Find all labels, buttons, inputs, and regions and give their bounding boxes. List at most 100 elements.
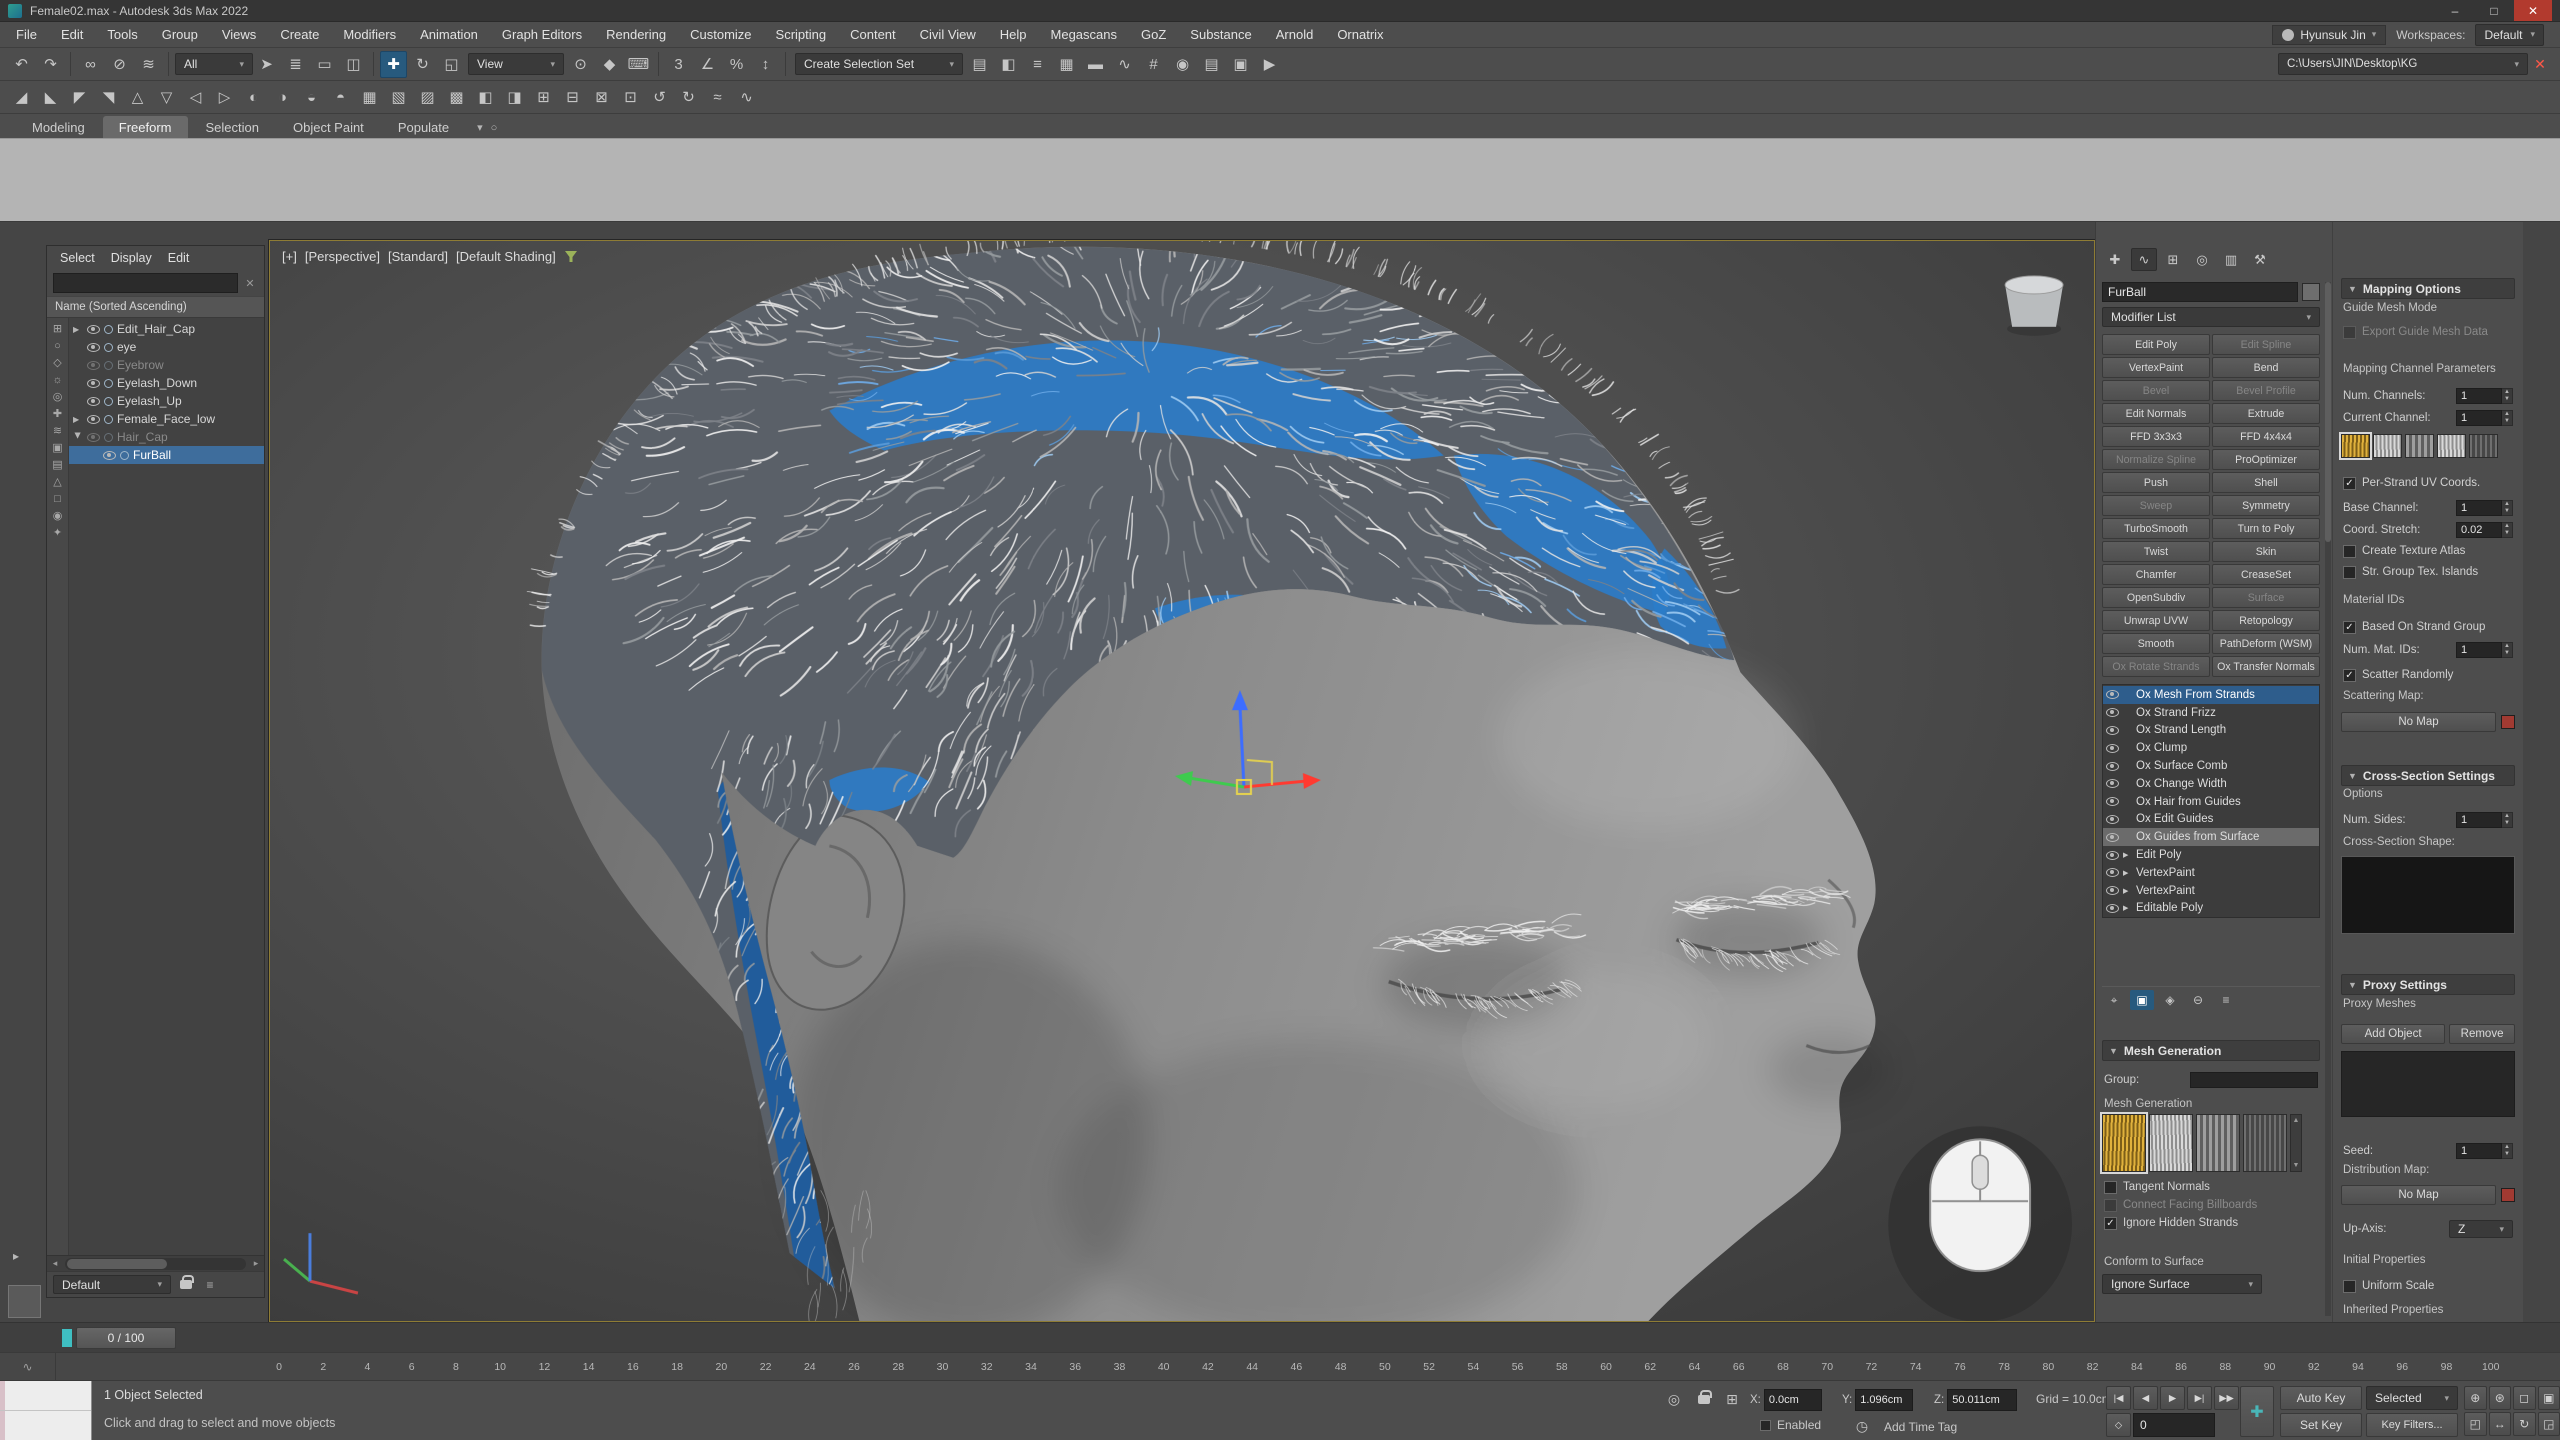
modifier-button[interactable]: Edit Normals [2102, 403, 2210, 424]
soft-selection-icon[interactable]: ▽ [153, 84, 180, 111]
close-button[interactable]: ✕ [2514, 0, 2552, 21]
menu-item[interactable]: Tools [95, 22, 149, 47]
proxy-mesh-list[interactable] [2341, 1051, 2515, 1117]
menu-item[interactable]: Create [268, 22, 331, 47]
selection-lock-icon[interactable] [1692, 1387, 1716, 1411]
menu-item[interactable]: Animation [408, 22, 490, 47]
select-and-rotate-icon[interactable]: ↻ [409, 51, 436, 78]
make-unique-icon[interactable]: ◈ [2158, 990, 2182, 1010]
explorer-row[interactable]: ▶ eye [69, 338, 264, 356]
containers-filter-icon[interactable]: □ [49, 490, 67, 507]
toggle-ribbon-icon[interactable]: ▬ [1082, 51, 1109, 78]
minimize-button[interactable]: – [2436, 0, 2474, 21]
explorer-row[interactable]: ▶ Eyebrow [69, 356, 264, 374]
clear-search-icon[interactable]: ✕ [242, 277, 258, 290]
swiftloop-tool-icon[interactable]: ⊠ [588, 84, 615, 111]
scroll-right-icon[interactable]: ▸ [248, 1258, 264, 1269]
explorer-menu-icon[interactable]: ≡ [201, 1276, 219, 1294]
cameras-filter-icon[interactable]: ◎ [49, 388, 67, 405]
user-account-button[interactable]: Hyunsuk Jin ▾ [2272, 25, 2386, 45]
modifier-button[interactable]: Skin [2212, 541, 2320, 562]
pan-icon[interactable]: ↔ [2489, 1412, 2512, 1436]
num-sides-spinner[interactable]: 1▲▼ [2456, 812, 2513, 828]
modifier-visibility-icon[interactable] [2106, 868, 2119, 877]
paint-selection-icon[interactable]: ◁ [182, 84, 209, 111]
modifier-visibility-icon[interactable] [2106, 708, 2119, 717]
weld-tool-icon[interactable]: ▩ [443, 84, 470, 111]
quickslice-tool-icon[interactable]: ⊟ [559, 84, 586, 111]
render-setup-icon[interactable]: ▤ [1198, 51, 1225, 78]
crossing-selection-icon[interactable]: ◫ [340, 51, 367, 78]
modifier-button[interactable]: FFD 4x4x4 [2212, 426, 2320, 447]
snaps-toggle-icon[interactable]: 3 [665, 51, 692, 78]
menu-item[interactable]: Substance [1178, 22, 1263, 47]
render-production-icon[interactable]: ▶ [1256, 51, 1283, 78]
panel-expand-arrow[interactable]: ▸ [6, 1245, 26, 1267]
strand-preset-thumbnail[interactable] [2243, 1114, 2287, 1172]
modifier-button[interactable]: Edit Poly [2102, 334, 2210, 355]
modifier-stack-row[interactable]: ▶ Ox Hair from Guides [2103, 793, 2319, 811]
enabled-toggle[interactable] [1760, 1420, 1771, 1431]
x-coordinate-field[interactable]: 0.0cm [1764, 1389, 1822, 1411]
expander-icon[interactable]: ▶ [2123, 887, 2132, 895]
set-keys-button[interactable]: ✚ [2240, 1386, 2274, 1437]
menu-item[interactable]: File [4, 22, 49, 47]
modifier-stack-row[interactable]: ▶ Ox Edit Guides [2103, 811, 2319, 829]
strand-preset-thumbnail[interactable] [2102, 1114, 2146, 1172]
zoom-extents-all-icon[interactable]: ▣ [2538, 1386, 2560, 1410]
checkbox[interactable] [2104, 1199, 2117, 1212]
edge-mode-icon[interactable]: ◣ [37, 84, 64, 111]
rollout-mapping-options[interactable]: ▼Mapping Options [2341, 278, 2515, 299]
modifier-button[interactable]: Sweep [2102, 495, 2210, 516]
explorer-row[interactable]: ▶ Edit_Hair_Cap [69, 320, 264, 338]
align-icon[interactable]: ≡ [1024, 51, 1051, 78]
channel-texture-tile[interactable] [2469, 434, 2498, 458]
channel-texture-tile[interactable] [2437, 434, 2466, 458]
modifier-visibility-icon[interactable] [2106, 779, 2119, 788]
hidden-filter-icon[interactable]: ✦ [49, 524, 67, 541]
reference-coordinate-dropdown[interactable]: View▾ [468, 53, 564, 75]
modifier-button[interactable]: Push [2102, 472, 2210, 493]
based-on-strand-group-checkbox[interactable]: Based On Strand Group [2341, 618, 2515, 636]
project-path-field[interactable]: C:\Users\JIN\Desktop\KG▾ [2278, 53, 2528, 75]
percent-snap-icon[interactable]: % [723, 51, 750, 78]
modifier-visibility-icon[interactable] [2106, 797, 2119, 806]
modifier-button[interactable]: Shell [2212, 472, 2320, 493]
cut-tool-icon[interactable]: ◨ [501, 84, 528, 111]
workspace-dropdown[interactable]: Default ▾ [2475, 24, 2544, 46]
loop-selection-icon[interactable]: ◑ [269, 84, 296, 111]
mesh-gen-checkbox[interactable]: Ignore Hidden Strands [2102, 1214, 2320, 1232]
grow-selection-icon[interactable]: ▷ [211, 84, 238, 111]
mini-trackview-button[interactable]: ∿ [0, 1353, 56, 1380]
key-filters-button[interactable]: Key Filters... [2366, 1413, 2458, 1437]
modifier-stack-row[interactable]: ▶ VertexPaint [2103, 864, 2319, 882]
menu-item[interactable]: Ornatrix [1325, 22, 1395, 47]
modifier-stack-row[interactable]: ▶ Ox Surface Comb [2103, 757, 2319, 775]
pin-stack-icon[interactable]: ⌖ [2102, 990, 2126, 1010]
polygon-mode-icon[interactable]: ◥ [95, 84, 122, 111]
map-enable-toggle[interactable] [2501, 1188, 2515, 1202]
mesh-gen-checkbox[interactable]: Tangent Normals [2102, 1178, 2320, 1196]
lock-icon[interactable] [177, 1276, 195, 1294]
modifier-button[interactable]: ProOptimizer [2212, 449, 2320, 470]
cross-section-shape-preview[interactable] [2341, 856, 2515, 934]
set-key-button[interactable]: Set Key [2280, 1413, 2362, 1437]
modifier-stack-row[interactable]: ▶ Ox Change Width [2103, 775, 2319, 793]
angle-snap-icon[interactable]: ∠ [694, 51, 721, 78]
ribbon-tab[interactable]: Freeform [103, 116, 188, 138]
modifier-button[interactable]: Retopology [2212, 610, 2320, 631]
unlink-selection-icon[interactable]: ⊘ [106, 51, 133, 78]
menu-item[interactable]: Help [988, 22, 1039, 47]
modifier-visibility-icon[interactable] [2106, 744, 2119, 753]
spacewarps-filter-icon[interactable]: ≋ [49, 422, 67, 439]
modifier-button[interactable]: Unwrap UVW [2102, 610, 2210, 631]
modifier-button[interactable]: Smooth [2102, 633, 2210, 654]
explorer-row[interactable]: ▶ Female_Face_low [69, 410, 264, 428]
use-pivot-center-icon[interactable]: ⊙ [567, 51, 594, 78]
selection-filter-dropdown[interactable]: All▾ [175, 53, 253, 75]
scene-cylinder-object[interactable] [2005, 276, 2063, 336]
add-time-tag[interactable]: Add Time Tag [1884, 1420, 1957, 1434]
menu-item[interactable]: Customize [678, 22, 763, 47]
schematic-view-icon[interactable]: # [1140, 51, 1167, 78]
bones-filter-icon[interactable]: △ [49, 473, 67, 490]
